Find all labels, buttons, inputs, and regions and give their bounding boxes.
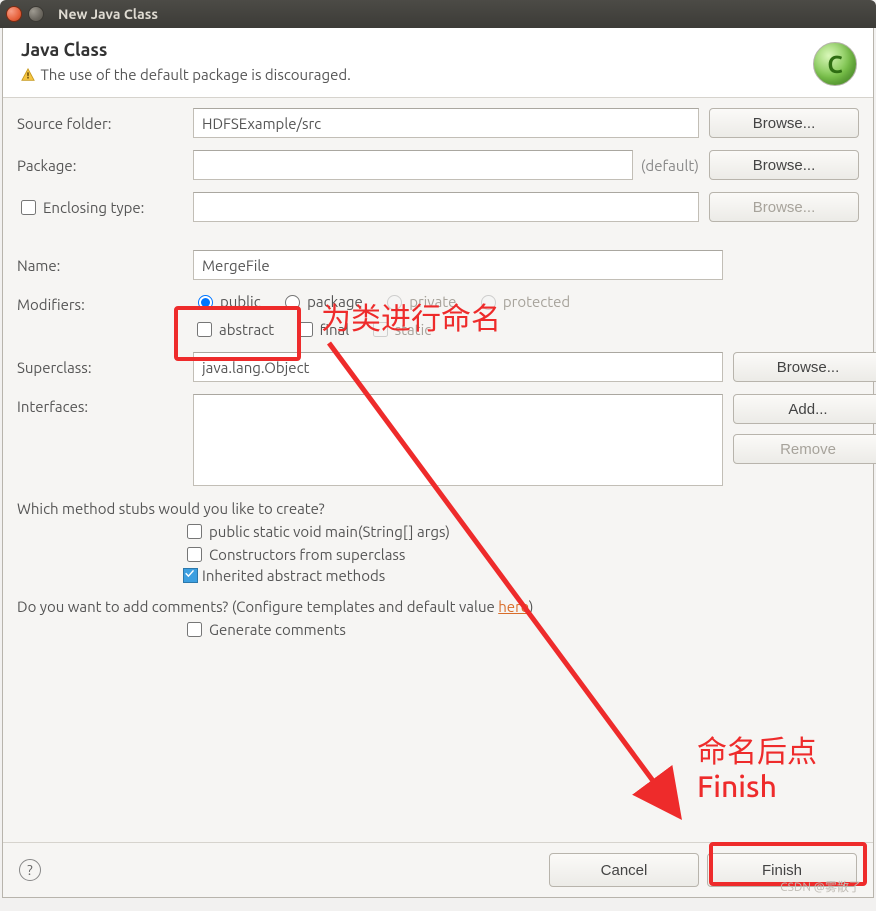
enclosing-type-check[interactable]: Enclosing type: (17, 197, 167, 218)
form-grid-main: Name: Modifiers: public package private … (17, 250, 859, 486)
window-title: New Java Class (58, 6, 158, 22)
help-icon[interactable]: ? (19, 859, 41, 881)
label-package: Package: (17, 157, 183, 174)
mod-final[interactable]: final (294, 319, 350, 340)
label-name: Name: (17, 257, 183, 274)
dialog-content: Source folder: Browse... Package: (defau… (3, 98, 873, 650)
dialog-body: Java Class The use of the default packag… (2, 28, 874, 898)
stub-constructors[interactable]: Constructors from superclass (183, 544, 843, 565)
close-icon[interactable] (6, 6, 22, 22)
mod-package[interactable]: package (280, 292, 363, 310)
cancel-button[interactable]: Cancel (549, 853, 699, 887)
class-badge-icon: C (813, 42, 857, 86)
browse-source-button[interactable]: Browse... (709, 108, 859, 138)
mod-static: static (369, 319, 432, 340)
mod-public[interactable]: public (193, 292, 261, 310)
comments-question: Do you want to add comments? (Configure … (17, 598, 859, 615)
label-interfaces: Interfaces: (17, 394, 183, 415)
warning-row: The use of the default package is discou… (21, 66, 855, 83)
generate-comments[interactable]: Generate comments (183, 619, 843, 640)
warning-text: The use of the default package is discou… (40, 66, 350, 83)
remove-interface-button: Remove (733, 434, 876, 464)
browse-superclass-button[interactable]: Browse... (733, 352, 876, 382)
mod-abstract[interactable]: abstract (193, 319, 274, 340)
name-input[interactable] (193, 250, 723, 280)
package-input[interactable] (193, 150, 633, 180)
minimize-icon[interactable] (28, 6, 44, 22)
enclosing-type-input (193, 192, 699, 222)
page-title: Java Class (21, 40, 855, 60)
mod-private: private (382, 292, 456, 310)
stub-main[interactable]: public static void main(String[] args) (183, 521, 843, 542)
warning-icon (21, 68, 35, 82)
checked-icon[interactable] (183, 568, 198, 583)
label-modifiers: Modifiers: (17, 292, 183, 313)
comments-options: Generate comments (17, 619, 859, 640)
dialog-footer: ? Cancel Finish (3, 842, 873, 897)
annotation-finish-text: 命名后点 Finish (697, 734, 817, 803)
enclosing-type-checkbox[interactable] (21, 200, 36, 215)
method-stubs-options: public static void main(String[] args) C… (17, 521, 859, 584)
source-folder-input[interactable] (193, 108, 699, 138)
package-default-label: (default) (641, 157, 699, 174)
modifiers-block: public package private protected abstrac… (193, 292, 876, 340)
window-titlebar: New Java Class (0, 0, 876, 28)
method-stubs-question: Which method stubs would you like to cre… (17, 500, 859, 517)
watermark: CSDN @雾散了 (780, 878, 861, 895)
label-superclass: Superclass: (17, 359, 183, 376)
add-interface-button[interactable]: Add... (733, 394, 876, 424)
here-link[interactable]: here (498, 598, 529, 615)
superclass-input[interactable] (193, 352, 723, 382)
interfaces-list[interactable] (193, 394, 723, 486)
label-source-folder: Source folder: (17, 115, 183, 132)
dialog-header: Java Class The use of the default packag… (3, 28, 873, 98)
mod-protected: protected (476, 292, 570, 310)
browse-enclosing-button: Browse... (709, 192, 859, 222)
browse-package-button[interactable]: Browse... (709, 150, 859, 180)
stub-inherited[interactable]: Inherited abstract methods (183, 567, 843, 584)
form-grid-top: Source folder: Browse... Package: (defau… (17, 108, 859, 222)
